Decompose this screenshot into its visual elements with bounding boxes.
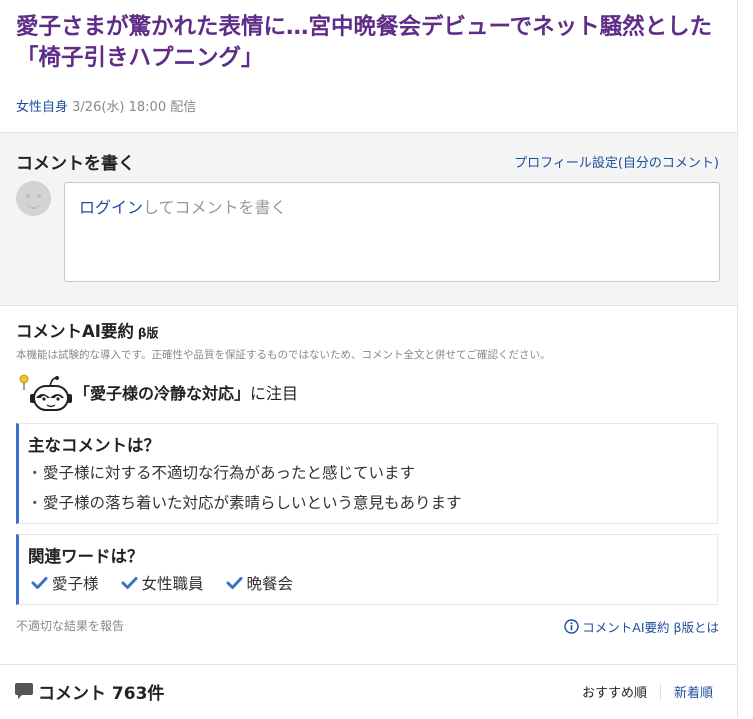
article-meta: 女性自身 3/26(水) 18:00 配信 [16,96,196,115]
ai-summary-about-label: コメントAI要約 β版とは [582,620,719,635]
comment-count-bar: コメント 763件 おすすめ順 新着順 [0,664,737,719]
info-icon [564,619,579,634]
related-word: 晩餐会 [226,572,294,594]
sort-recommended-tab[interactable]: おすすめ順 [582,682,647,701]
ai-summary-title: コメントAI要約 β版 [16,318,159,342]
check-icon [31,577,48,589]
ai-summary-beta-badge: β版 [137,326,159,340]
related-word-label: 晩餐会 [246,575,294,593]
related-word: 愛子様 [31,572,99,594]
sort-newest-tab[interactable]: 新着順 [674,682,713,701]
comment-input-placeholder: ログインしてコメントを書く [79,194,287,218]
related-words-list: 愛子様 女性職員 晩餐会 [31,572,293,594]
article-title[interactable]: 愛子さまが驚かれた表情に…宮中晩餐会デビューでネット騒然とした「椅子引きハプニン… [16,12,716,74]
ai-focus-topic: 「愛子様の冷静な対応」 [74,384,251,403]
comment-sort-options: おすすめ順 新着順 [582,682,713,701]
article-comments-panel: 愛子さまが驚かれた表情に…宮中晩餐会デビューでネット騒然とした「椅子引きハプニン… [0,0,737,718]
compose-heading: コメントを書く [16,154,135,174]
profile-settings-link[interactable]: プロフィール設定(自分のコメント) [514,152,719,171]
ai-summary-disclaimer: 本機能は試験的な導入です。正確性や品質を保証するものではないため、コメント全文と… [16,349,551,361]
related-word: 女性職員 [121,572,204,594]
comment-bubble-icon [15,683,33,699]
ai-focus-line: 「愛子様の冷静な対応」に注目 [74,380,298,404]
main-comment-point: 愛子様に対する不適切な行為があったと感じています [27,461,415,483]
comment-count: コメント 763件 [38,684,165,704]
sort-divider [659,683,661,700]
ai-summary-about-link[interactable]: コメントAI要約 β版とは [564,617,719,636]
related-word-label: 女性職員 [141,575,204,593]
comment-input-box[interactable]: ログインしてコメントを書く [64,182,720,282]
ai-robot-icon [18,374,72,411]
related-words-card: 関連ワードは？ 愛子様 女性職員 晩餐会 [16,534,718,605]
comment-compose-section: コメントを書く プロフィール設定(自分のコメント) ログインしてコメントを書く [0,132,737,306]
check-icon [226,577,243,589]
check-icon [121,577,138,589]
related-words-heading: 関連ワードは？ [28,547,144,566]
article-datetime: 3/26(水) 18:00 配信 [72,100,197,115]
main-comments-card: 主なコメントは？ 愛子様に対する不適切な行為があったと感じています 愛子様の落ち… [16,423,718,524]
main-comment-point: 愛子様の落ち着いた対応が素晴らしいという意見もあります [27,491,461,513]
compose-prompt-text: してコメントを書く [143,198,287,217]
report-result-link[interactable]: 不適切な結果を報告 [16,617,124,634]
page: 愛子さまが驚かれた表情に…宮中晩餐会デビューでネット騒然とした「椅子引きハプニン… [0,0,753,718]
main-comments-heading: 主なコメントは？ [28,436,160,455]
ai-summary-title-text: コメントAI要約 [16,322,134,341]
article-source-link[interactable]: 女性自身 [16,100,68,115]
related-word-label: 愛子様 [52,575,99,593]
scrollbar-track[interactable] [737,0,753,718]
default-avatar-icon [16,181,51,216]
ai-focus-suffix: に注目 [250,384,299,403]
login-link[interactable]: ログイン [79,198,143,217]
